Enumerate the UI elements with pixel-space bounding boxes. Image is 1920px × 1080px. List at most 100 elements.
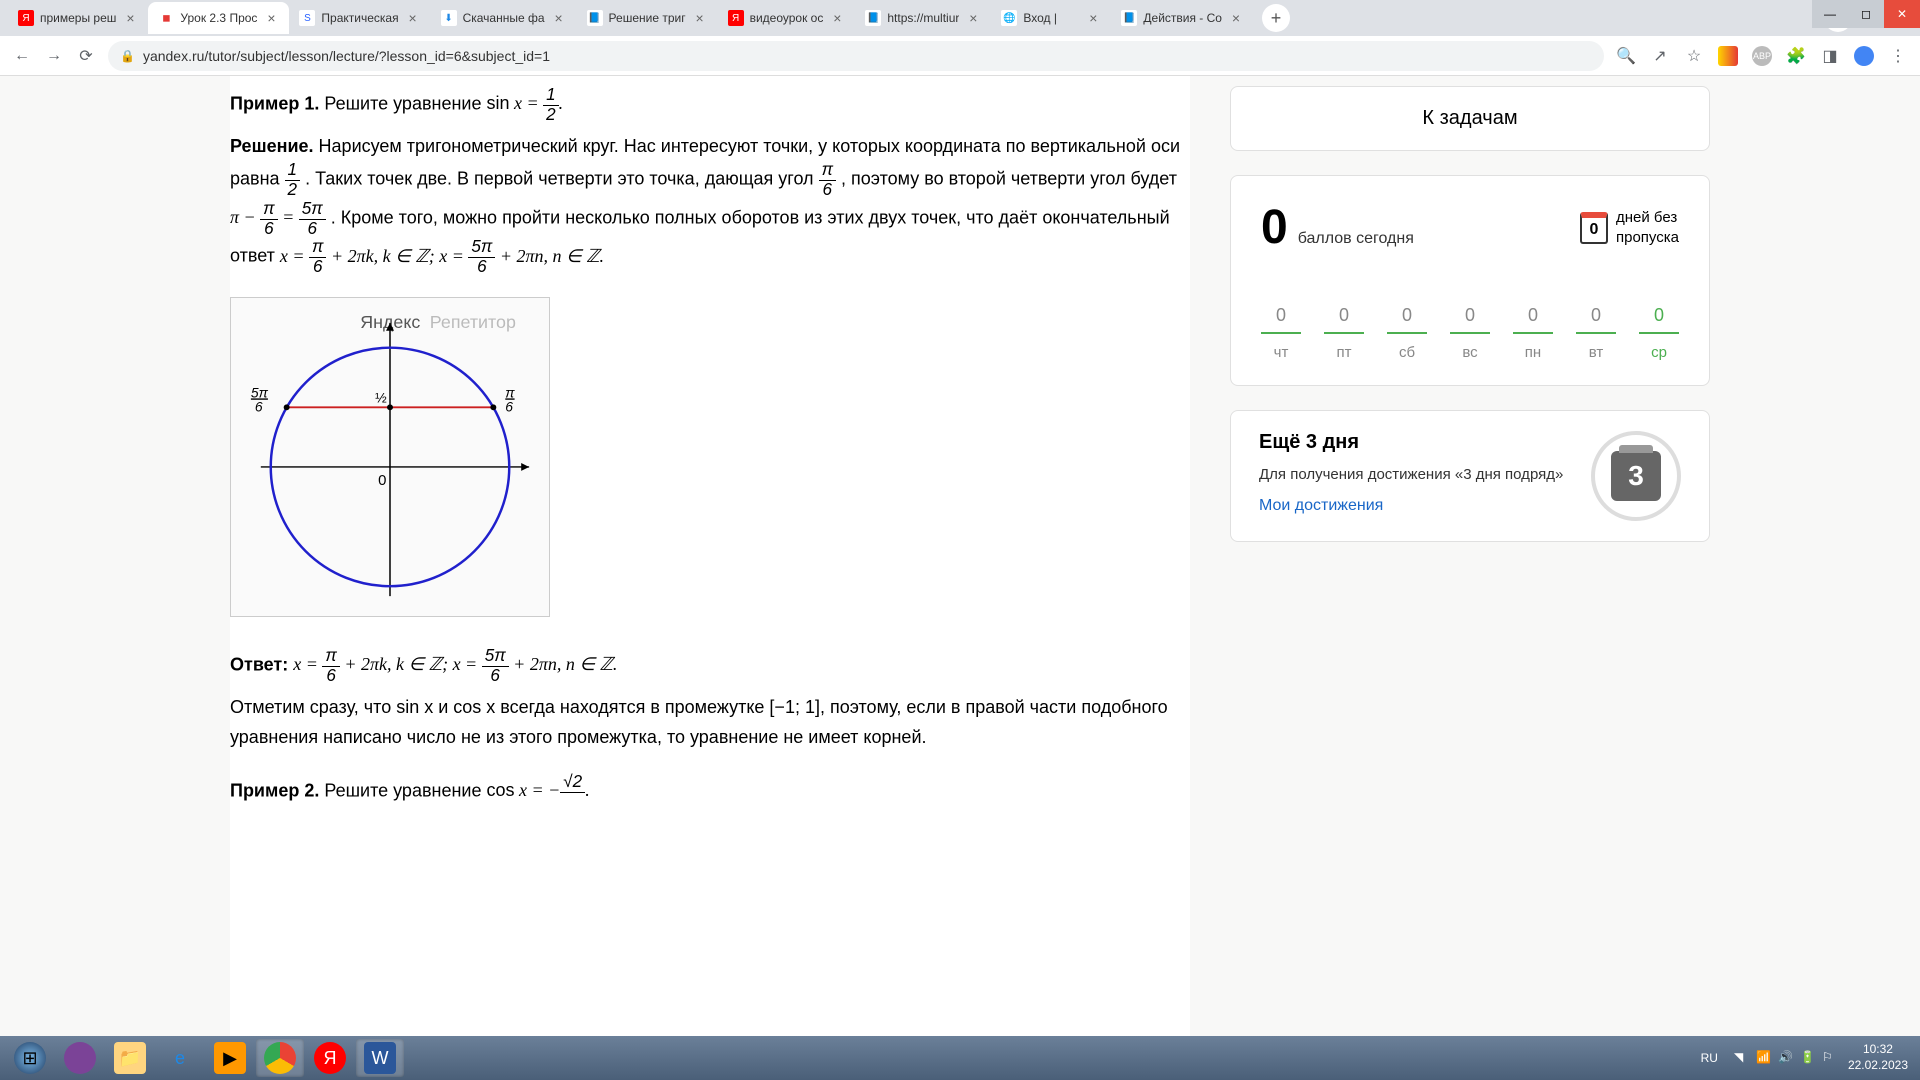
close-icon[interactable]: × [1085,10,1101,26]
close-icon[interactable]: × [965,10,981,26]
sidebar: К задачам 0 баллов сегодня 0 дней без пр… [1230,76,1710,1036]
tab-title-5: видеоурок ос [750,11,824,25]
solution-label: Решение. [230,136,314,156]
days-row: 0чт 0пт 0сб 0вс 0пн 0вт 0ср [1261,305,1679,361]
streak-box: 0 дней без пропуска [1580,208,1679,247]
day-cell-2: 0сб [1387,305,1427,361]
taskbar-right: RU ◥ 📶 🔊 🔋 ⚐ 10:32 22.02.2023 [1695,1042,1914,1073]
time: 10:32 [1848,1042,1908,1058]
achievements-link[interactable]: Мои достижения [1259,497,1563,515]
favicon-6: 📘 [865,10,881,26]
tab-5[interactable]: Явидеоурок ос× [718,2,856,34]
page-content: Пример 1. Решите уравнение sin x = 12. Р… [0,76,1920,1036]
tab-title-6: https://multiur [887,11,959,25]
tray-icon[interactable]: ⚐ [1822,1050,1838,1066]
tab-8[interactable]: 📘 Действия - Со × [1111,2,1254,34]
taskbar-app-media[interactable]: ▶ [206,1039,254,1077]
maximize-button[interactable]: ◻ [1848,0,1884,28]
badge-calendar-icon: 3 [1611,451,1661,501]
tray-icon[interactable]: 🔊 [1778,1050,1794,1066]
favicon-3: ⬇ [441,10,457,26]
date: 22.02.2023 [1848,1058,1908,1074]
toolbar-icons: 🔍 ↗ ☆ ABP 🧩 ◨ ⋮ [1616,46,1908,66]
example-1-text: Решите уравнение [324,93,486,113]
tab-0[interactable]: Япримеры реш× [8,2,148,34]
answer-paragraph: Ответ: x = π6 + 2πk, k ∈ ℤ; x = 5π6 + 2π… [230,647,1190,686]
taskbar-app-word[interactable]: W [356,1039,404,1077]
tab-1[interactable]: ◼Урок 2.3 Прос× [148,2,289,34]
tray-icon[interactable]: ◥ [1734,1050,1750,1066]
address-bar: ← → ⟳ 🔒 yandex.ru/tutor/subject/lesson/l… [0,36,1920,76]
favicon-8: 📘 [1121,10,1137,26]
lock-icon: 🔒 [120,49,135,63]
taskbar-app-explorer[interactable]: 📁 [106,1039,154,1077]
reload-icon[interactable]: ⟳ [76,46,96,66]
tab-title-8: Действия - Со [1143,11,1222,25]
close-icon[interactable]: × [263,10,279,26]
taskbar-app-yandex[interactable]: Я [306,1039,354,1077]
close-icon[interactable]: × [829,10,845,26]
achievement-title: Ещё 3 дня [1259,431,1563,454]
svg-text:Репетитор: Репетитор [430,312,516,332]
close-icon[interactable]: × [1228,10,1244,26]
example-1-label: Пример 1. [230,93,319,113]
example-2: Пример 2. Решите уравнение cos x = −√2 . [230,773,1190,812]
day-cell-0: 0чт [1261,305,1301,361]
minimize-button[interactable]: — [1812,0,1848,28]
close-icon[interactable]: × [405,10,421,26]
close-icon[interactable]: × [551,10,567,26]
note-paragraph: Отметим сразу, что sin x и cos x всегда … [230,692,1190,753]
window-controls: — ◻ ✕ [1812,0,1920,28]
extension-icon-2[interactable]: ABP [1752,46,1772,66]
solution-paragraph: Решение. Нарисуем тригонометрический кру… [230,131,1190,277]
svg-text:0: 0 [378,473,386,489]
search-icon[interactable]: 🔍 [1616,46,1636,66]
browser-chrome: Япримеры реш× ◼Урок 2.3 Прос× SПрактичес… [0,0,1920,76]
streak-line-1: дней без [1616,208,1679,228]
forward-icon[interactable]: → [44,46,64,66]
to-tasks-button[interactable]: К задачам [1230,86,1710,151]
tab-title-7: Вход | [1023,11,1079,25]
taskbar-app-ie[interactable]: e [156,1039,204,1077]
close-icon[interactable]: × [692,10,708,26]
menu-icon[interactable]: ⋮ [1888,46,1908,66]
trig-circle-diagram: Яндекс Репетитор ½ 0 π6 5π6 [230,297,550,617]
tab-title-0: примеры реш [40,11,116,25]
profile-avatar[interactable] [1854,46,1874,66]
tab-7[interactable]: 🌐 Вход | × [991,2,1111,34]
new-tab-button[interactable]: + [1262,4,1290,32]
share-icon[interactable]: ↗ [1650,46,1670,66]
taskbar-app-chrome[interactable] [256,1039,304,1077]
tab-2[interactable]: SПрактическая× [289,2,430,34]
tab-6[interactable]: 📘 https://multiur × [855,2,991,34]
svg-text:½: ½ [375,389,387,405]
start-button[interactable]: ⊞ [6,1039,54,1077]
language-indicator[interactable]: RU [1695,1049,1724,1067]
system-tray[interactable]: ◥ 📶 🔊 🔋 ⚐ [1734,1050,1838,1066]
url-input[interactable]: 🔒 yandex.ru/tutor/subject/lesson/lecture… [108,41,1604,71]
tray-icon[interactable]: 🔋 [1800,1050,1816,1066]
close-icon[interactable]: × [122,10,138,26]
streak-line-2: пропуска [1616,228,1679,248]
stats-row: 0 баллов сегодня 0 дней без пропуска [1261,200,1679,255]
svg-text:5π6: 5π6 [251,384,269,414]
tray-icon[interactable]: 📶 [1756,1050,1772,1066]
taskbar-app-browser[interactable] [56,1039,104,1077]
day-cell-6: 0ср [1639,305,1679,361]
back-icon[interactable]: ← [12,46,32,66]
tab-4[interactable]: 📘Решение триг× [577,2,718,34]
favicon-7: 🌐 [1001,10,1017,26]
tab-title-1: Урок 2.3 Прос [180,11,257,25]
close-window-button[interactable]: ✕ [1884,0,1920,28]
example-1: Пример 1. Решите уравнение sin x = 12. [230,86,1190,125]
extension-icon-1[interactable] [1718,46,1738,66]
tab-3[interactable]: ⬇Скачанные фа× [431,2,577,34]
achievement-card: Ещё 3 дня Для получения достижения «3 дн… [1230,410,1710,542]
side-panel-icon[interactable]: ◨ [1820,46,1840,66]
clock[interactable]: 10:32 22.02.2023 [1848,1042,1914,1073]
math-eq-2: cos x = −√2 . [486,780,589,800]
tab-title-2: Практическая [321,11,398,25]
stats-card: 0 баллов сегодня 0 дней без пропуска 0чт… [1230,175,1710,386]
star-icon[interactable]: ☆ [1684,46,1704,66]
extensions-icon[interactable]: 🧩 [1786,46,1806,66]
